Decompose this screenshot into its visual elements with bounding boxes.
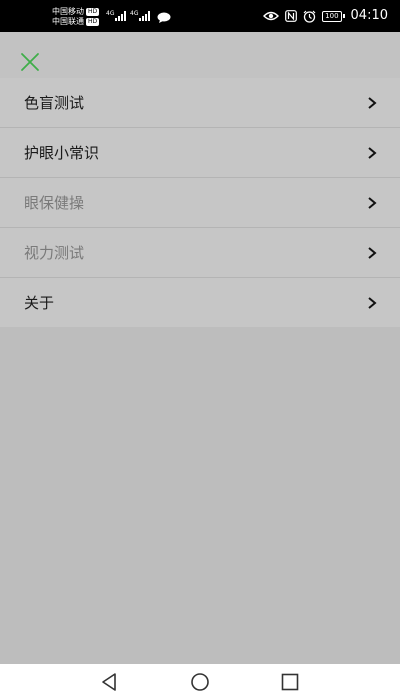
recents-icon[interactable] [280, 672, 300, 692]
menu-item-label: 视力测试 [24, 244, 85, 262]
menu-item-eye-care-tips[interactable]: 护眼小常识 [0, 128, 400, 178]
alarm-icon [303, 10, 316, 23]
eye-icon [263, 11, 280, 21]
carrier-info: 中国移动 HD 中国联通 HD [52, 7, 100, 27]
chevron-right-icon [368, 296, 377, 309]
chevron-right-icon [368, 246, 377, 259]
menu-item-label: 眼保健操 [24, 194, 85, 212]
menu-item-about[interactable]: 关于 [0, 278, 400, 327]
menu-item-label: 色盲测试 [24, 94, 85, 112]
home-icon[interactable] [190, 672, 210, 692]
status-time: 04:10 [350, 8, 388, 23]
menu-item-color-blind-test[interactable]: 色盲测试 [0, 78, 400, 128]
carrier-1-label: 中国移动 [52, 7, 84, 16]
system-nav-bar [0, 664, 400, 700]
signal-2: 4G [130, 11, 151, 21]
chevron-right-icon [368, 196, 377, 209]
back-icon[interactable] [100, 672, 120, 692]
hd-badge-1: HD [86, 7, 100, 16]
status-bar: 中国移动 HD 中国联通 HD 4G 4G 100 04:10 [0, 0, 400, 32]
chevron-right-icon [368, 146, 377, 159]
menu-item-vision-test[interactable]: 视力测试 [0, 228, 400, 278]
menu-item-eye-exercises[interactable]: 眼保健操 [0, 178, 400, 228]
chevron-right-icon [368, 96, 377, 109]
signal-1: 4G [106, 11, 127, 21]
carrier-2-label: 中国联通 [52, 17, 84, 26]
battery-icon: 100 [322, 10, 345, 22]
menu-item-label: 护眼小常识 [24, 144, 100, 162]
network-2-label: 4G [130, 10, 139, 17]
network-1-label: 4G [106, 10, 115, 17]
menu-item-label: 关于 [24, 294, 55, 312]
message-icon [157, 12, 171, 23]
hd-badge-2: HD [86, 17, 100, 26]
signal-bars-1-icon [115, 11, 127, 21]
signal-bars-2-icon [139, 11, 151, 21]
status-right-icons: 100 04:10 [257, 8, 388, 24]
nfc-icon [285, 10, 298, 22]
battery-level: 100 [322, 10, 342, 22]
header [0, 32, 400, 78]
menu-list: 色盲测试 护眼小常识 眼保健操 视力测试 关于 [0, 78, 400, 327]
close-icon[interactable] [14, 46, 46, 78]
